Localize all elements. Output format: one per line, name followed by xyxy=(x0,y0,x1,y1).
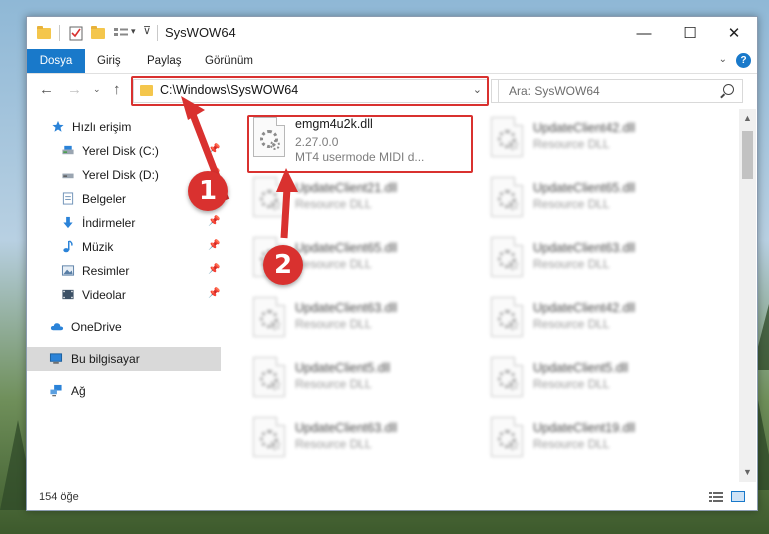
arrow-head xyxy=(181,96,205,120)
arrow-line xyxy=(280,187,291,239)
step-marker-2: 2 xyxy=(263,245,303,285)
arrow-head xyxy=(276,168,298,192)
step-marker-1: 1 xyxy=(188,171,228,211)
annotation-arrows xyxy=(181,96,298,239)
